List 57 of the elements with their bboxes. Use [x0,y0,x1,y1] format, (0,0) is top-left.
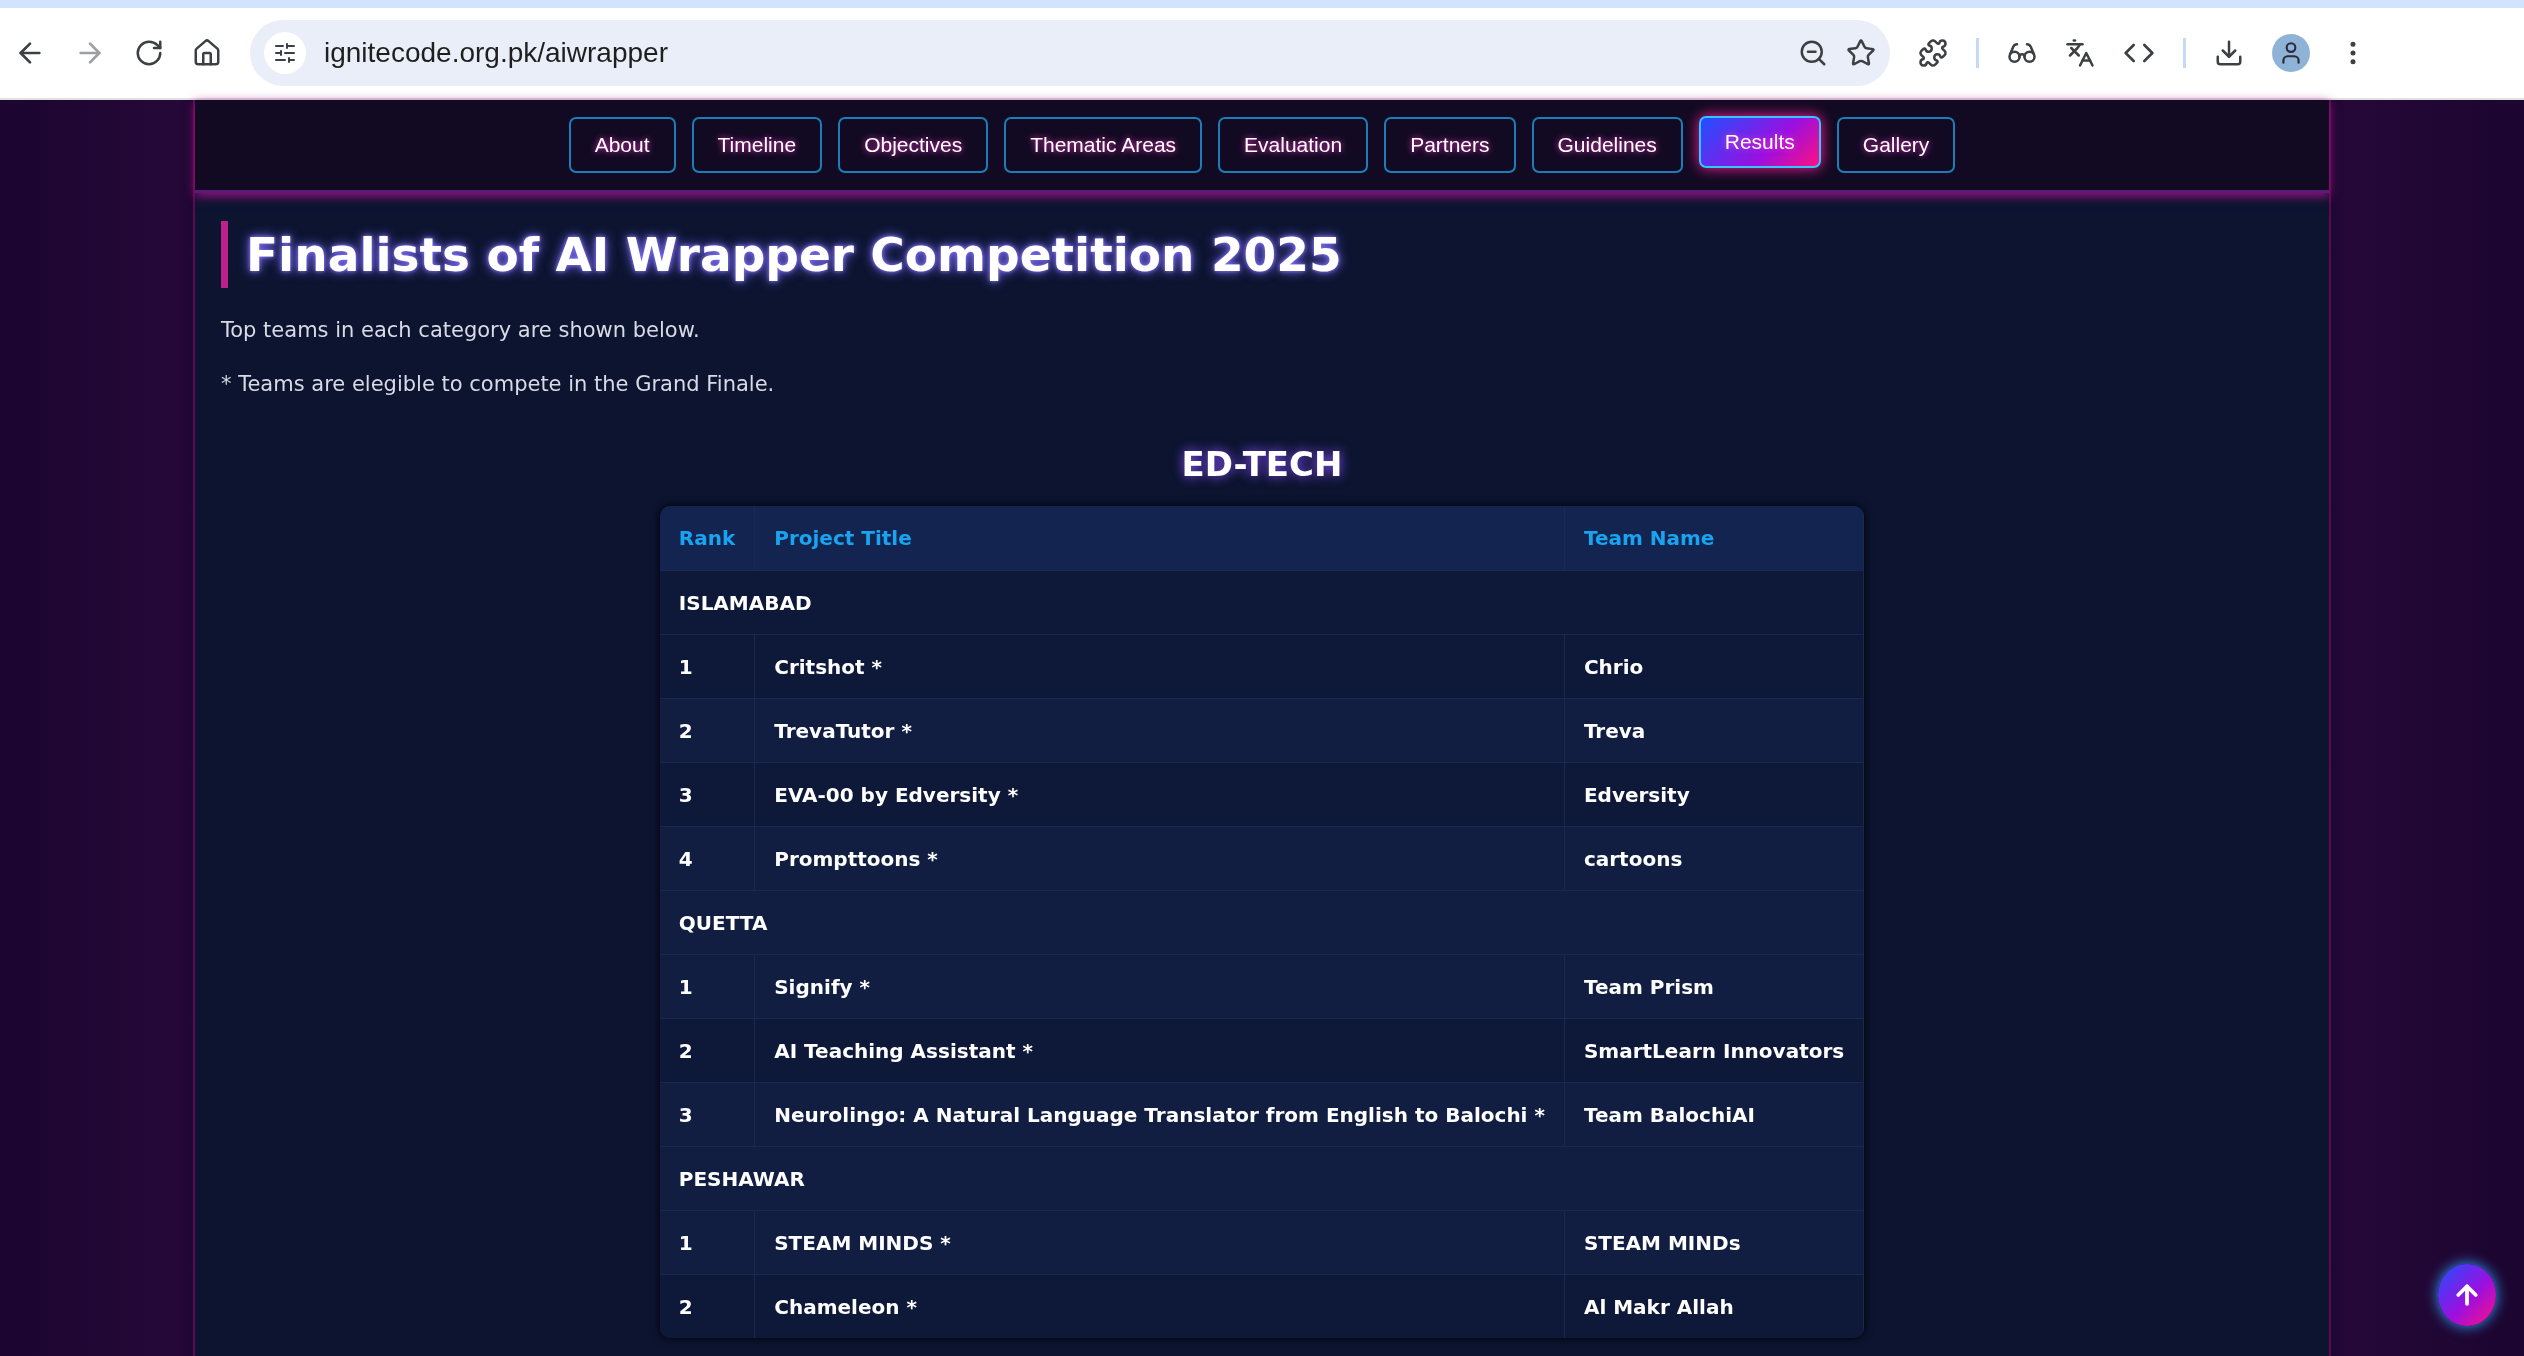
group-cell: PESHAWAR [659,1146,1864,1211]
group-cell: ISLAMABAD [659,570,1864,635]
team-cell: Al Makr Allah [1564,1274,1864,1338]
rank-cell: 2 [659,1274,755,1338]
puzzle-icon[interactable] [1918,38,1948,68]
column-header: Project Title [754,506,1565,571]
translate-icon[interactable] [2065,38,2095,68]
group-cell: QUETTA [659,890,1864,955]
nav-tab[interactable]: Results [1698,116,1821,168]
team-cell: SmartLearn Innovators [1564,1018,1864,1083]
url-text: ignitecode.org.pk/aiwrapper [324,37,669,69]
team-cell: Chrio [1564,634,1864,699]
title-cell: EVA-00 by Edversity * [754,762,1565,827]
team-cell: Edversity [1564,762,1864,827]
category-heading: ED-TECH [1180,444,1344,484]
home-icon[interactable] [192,38,222,68]
nav-tab[interactable]: Thematic Areas [1004,117,1203,173]
rank-cell: 2 [659,1018,755,1083]
nav-tab[interactable]: Timeline [691,117,823,173]
team-cell: Team BalochiAI [1564,1082,1864,1147]
title-cell: Critshot * [754,634,1565,699]
column-header: Team Name [1564,506,1864,571]
address-bar[interactable]: ignitecode.org.pk/aiwrapper [250,20,1890,86]
rank-cell: 1 [659,954,755,1019]
nav-tab[interactable]: Objectives [838,117,989,173]
intro-text: * Teams are elegible to compete in the Grand Finale. [221,372,776,396]
rank-cell: 1 [659,1210,755,1275]
nav-tab[interactable]: Evaluation [1218,117,1369,173]
title-cell: AI Teaching Assistant * [754,1018,1565,1083]
nav-tab[interactable]: About [568,117,676,173]
zoom-out-icon[interactable] [1798,38,1828,68]
rank-cell: 2 [659,698,755,763]
title-cell: Prompttoons * [754,826,1565,891]
nav-tab[interactable]: Gallery [1836,117,1956,173]
star-icon[interactable] [1846,38,1876,68]
page-heading: Finalists of AI Wrapper Competition 2025 [221,221,2303,288]
team-cell: STEAM MINDs [1564,1210,1864,1275]
column-header: Rank [659,506,755,571]
rank-cell: 1 [659,634,755,699]
team-cell: cartoons [1564,826,1864,891]
title-cell: STEAM MINDS * [754,1210,1565,1275]
title-cell: Signify * [754,954,1565,1019]
avatar-icon[interactable] [2272,34,2310,72]
team-cell: Team Prism [1564,954,1864,1019]
intro-text: Top teams in each category are shown below. [221,318,701,342]
reload-icon[interactable] [134,38,164,68]
rank-cell: 4 [659,826,755,891]
nav-tab[interactable]: Guidelines [1531,117,1683,173]
rank-cell: 3 [659,762,755,827]
nav-tab[interactable]: Partners [1384,117,1516,173]
title-cell: Neurolingo: A Natural Language Translator from English to Balochi * [754,1082,1565,1147]
team-cell: Treva [1564,698,1864,763]
site-settings-icon[interactable] [264,32,306,74]
rank-cell: 3 [659,1082,755,1147]
title-cell: Chameleon * [754,1274,1565,1338]
title-cell: TrevaTutor * [754,698,1565,763]
download-icon[interactable] [2214,38,2244,68]
